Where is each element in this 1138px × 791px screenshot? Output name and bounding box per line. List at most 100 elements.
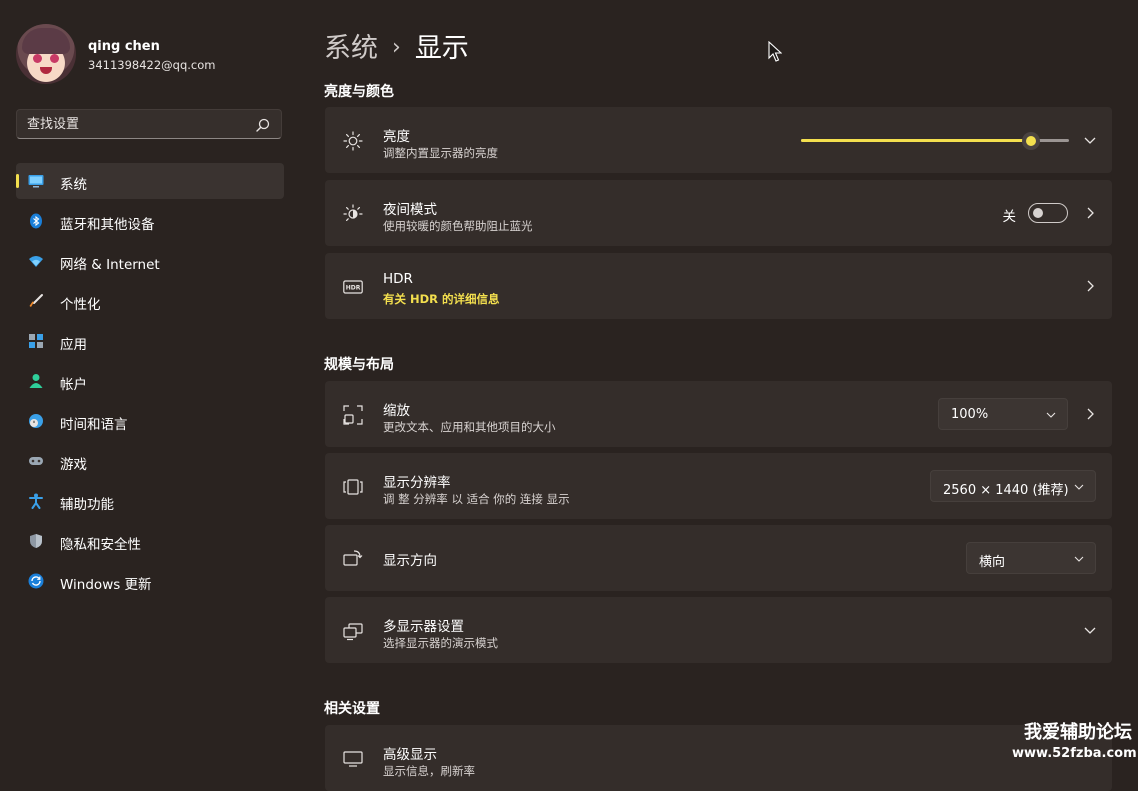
night-light-toggle[interactable] — [1028, 203, 1068, 223]
breadcrumb: 系统 › 显示 — [324, 26, 469, 64]
hdr-card[interactable]: HDR HDR 有关 HDR 的详细信息 — [325, 253, 1112, 319]
sidebar-item-network[interactable]: 网络 & Internet — [16, 243, 284, 279]
chevron-right-icon[interactable] — [1082, 278, 1098, 294]
scale-dropdown-value: 100% — [951, 407, 989, 422]
scale-icon — [343, 405, 363, 425]
resolution-dropdown-value: 2560 × 1440 (推荐) — [943, 483, 1069, 498]
sidebar-item-time-language[interactable]: 时间和语言 — [16, 403, 284, 439]
watermark-title: 我爱辅助论坛 — [1024, 722, 1132, 743]
monitor-icon — [28, 175, 44, 188]
shield-icon — [30, 534, 42, 548]
sidebar-item-label: 隐私和安全性 — [60, 537, 141, 553]
resolution-card[interactable]: 显示分辨率 调 整 分辨率 以 适合 你的 连接 显示 2560 × 1440 … — [325, 453, 1112, 519]
search-box[interactable] — [16, 109, 282, 139]
hdr-title: HDR — [383, 271, 413, 287]
resolution-icon — [343, 479, 363, 495]
person-icon — [29, 374, 43, 388]
orientation-title: 显示方向 — [383, 553, 437, 569]
multi-display-title: 多显示器设置 — [383, 619, 464, 635]
chevron-down-icon[interactable] — [1082, 622, 1098, 638]
page-title: 显示 — [414, 33, 469, 64]
avatar[interactable] — [16, 24, 76, 84]
night-light-title: 夜间模式 — [383, 202, 437, 218]
night-light-card[interactable]: 夜间模式 使用较暖的颜色帮助阻止蓝光 关 — [325, 180, 1112, 246]
sidebar-item-system[interactable]: 系统 — [16, 163, 284, 199]
scale-subtitle: 更改文本、应用和其他项目的大小 — [383, 420, 556, 434]
resolution-title: 显示分辨率 — [383, 475, 451, 491]
chevron-down-icon — [1074, 484, 1084, 490]
sidebar-nav: 系统 蓝牙和其他设备 网络 & Internet 个性化 应用 帐户 时间和语言… — [16, 163, 284, 603]
section-title-related: 相关设置 — [324, 701, 380, 717]
user-email: 3411398422@qq.com — [88, 58, 216, 72]
sidebar-item-label: 游戏 — [60, 457, 87, 473]
brightness-icon — [343, 131, 363, 151]
brightness-subtitle: 调整内置显示器的亮度 — [383, 146, 498, 160]
watermark-url: www.52fzba.com — [1012, 746, 1137, 761]
orientation-dropdown[interactable]: 横向 — [966, 542, 1096, 574]
monitor-outline-icon — [343, 751, 363, 767]
chevron-right-icon[interactable] — [1082, 406, 1098, 422]
sidebar-item-label: 帐户 — [60, 377, 87, 393]
advanced-display-subtitle: 显示信息，刷新率 — [383, 764, 475, 778]
advanced-display-card[interactable]: 高级显示 显示信息，刷新率 — [325, 725, 1112, 791]
update-icon — [28, 573, 44, 589]
sidebar-item-label: 系统 — [60, 177, 87, 193]
slider-thumb[interactable] — [1022, 132, 1041, 150]
brightness-title: 亮度 — [383, 129, 410, 145]
resolution-dropdown[interactable]: 2560 × 1440 (推荐) — [930, 470, 1096, 502]
wifi-icon — [29, 256, 43, 267]
night-light-state-label: 关 — [1002, 209, 1017, 225]
slider-fill — [801, 139, 1032, 142]
globe-clock-icon — [29, 414, 43, 428]
multi-display-card[interactable]: 多显示器设置 选择显示器的演示模式 — [325, 597, 1112, 663]
brightness-card[interactable]: 亮度 调整内置显示器的亮度 — [325, 107, 1112, 173]
section-title-scale-layout: 规模与布局 — [324, 357, 394, 373]
chevron-down-icon[interactable] — [1082, 132, 1098, 148]
mouse-cursor-icon — [768, 41, 782, 62]
sidebar-item-label: 时间和语言 — [60, 417, 128, 433]
hdr-info-link[interactable]: 有关 HDR 的详细信息 — [383, 291, 500, 307]
sidebar-item-gaming[interactable]: 游戏 — [16, 443, 284, 479]
hdr-icon: HDR — [343, 280, 363, 294]
sidebar-item-label: Windows 更新 — [60, 577, 152, 593]
sidebar-item-accounts[interactable]: 帐户 — [16, 363, 284, 399]
night-light-subtitle: 使用较暖的颜色帮助阻止蓝光 — [383, 219, 533, 233]
watermark: 我爱辅助论坛 www.52fzba.com — [1012, 718, 1137, 761]
sidebar-item-privacy[interactable]: 隐私和安全性 — [16, 523, 284, 559]
scale-card[interactable]: 缩放 更改文本、应用和其他项目的大小 100% — [325, 381, 1112, 447]
chevron-down-icon — [1074, 556, 1084, 562]
sidebar-item-label: 个性化 — [60, 297, 101, 313]
sidebar-item-label: 应用 — [60, 337, 87, 353]
accessibility-icon — [29, 493, 43, 509]
sidebar-item-label: 辅助功能 — [60, 497, 114, 513]
advanced-display-title: 高级显示 — [383, 747, 437, 763]
brush-icon — [29, 294, 43, 307]
search-input[interactable] — [17, 110, 257, 138]
sidebar-item-apps[interactable]: 应用 — [16, 323, 284, 359]
apps-icon — [29, 334, 43, 348]
sidebar-item-windows-update[interactable]: Windows 更新 — [16, 563, 284, 599]
user-name: qing chen — [88, 39, 160, 54]
sidebar-item-accessibility[interactable]: 辅助功能 — [16, 483, 284, 519]
section-title-brightness-color: 亮度与颜色 — [324, 84, 394, 100]
night-light-icon — [343, 204, 363, 221]
orientation-dropdown-value: 横向 — [979, 555, 1006, 570]
sidebar-item-bluetooth[interactable]: 蓝牙和其他设备 — [16, 203, 284, 239]
sidebar-item-label: 蓝牙和其他设备 — [60, 217, 155, 233]
breadcrumb-separator: › — [392, 35, 401, 60]
brightness-slider[interactable] — [801, 132, 1069, 150]
multi-display-icon — [343, 623, 363, 641]
chevron-down-icon — [1046, 412, 1056, 418]
orientation-icon — [343, 550, 363, 566]
gamepad-icon — [29, 457, 43, 465]
orientation-card[interactable]: 显示方向 横向 — [325, 525, 1112, 591]
scale-dropdown[interactable]: 100% — [938, 398, 1068, 430]
chevron-right-icon[interactable] — [1082, 205, 1098, 221]
scale-title: 缩放 — [383, 403, 410, 419]
multi-display-subtitle: 选择显示器的演示模式 — [383, 636, 498, 650]
sidebar-item-personalization[interactable]: 个性化 — [16, 283, 284, 319]
breadcrumb-parent[interactable]: 系统 — [324, 33, 378, 64]
resolution-subtitle: 调 整 分辨率 以 适合 你的 连接 显示 — [383, 492, 570, 506]
search-icon[interactable] — [255, 117, 271, 133]
bluetooth-icon — [30, 213, 42, 229]
